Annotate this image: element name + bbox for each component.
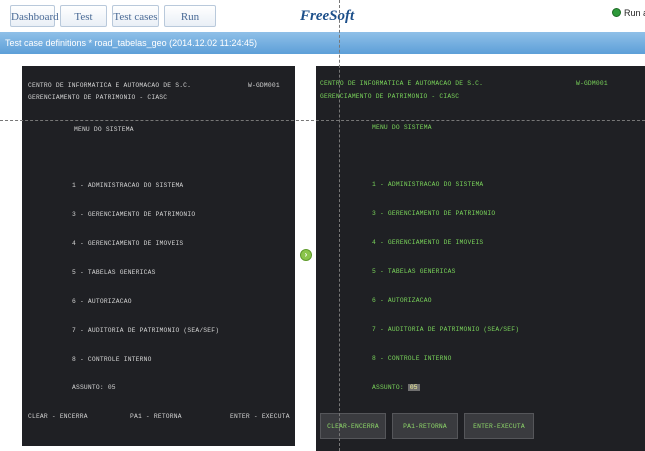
menu-option: 4 - GERENCIAMENTO DE IMOVEIS: [372, 239, 484, 246]
screen-header-line-1: CENTRO DE INFORMATICA E AUTOMACAO DE S.C…: [28, 82, 192, 89]
menu-option: 5 - TABELAS GENERICAS: [372, 268, 456, 275]
pa1-key-button[interactable]: PA1-RETORNA: [392, 413, 458, 439]
test-case-title: Test case definitions * road_tabelas_geo…: [5, 38, 258, 48]
vertical-guide-line: [339, 0, 340, 451]
top-nav: Dashboard Test suites Test cases Run sta…: [0, 0, 645, 45]
screen-header-line-1: CENTRO DE INFORMATICA E AUTOMACAO DE S.C…: [320, 80, 484, 87]
menu-option: 6 - AUTORIZACAO: [72, 298, 132, 305]
compare-icon[interactable]: ›: [300, 249, 312, 261]
fkey-pa1: PA1 - RETORNA: [130, 413, 182, 420]
menu-title: MENU DO SISTEMA: [74, 126, 134, 133]
menu-option: 5 - TABELAS GENERICAS: [72, 269, 156, 276]
tab-dashboard[interactable]: Dashboard: [10, 5, 59, 27]
horizontal-guide-line: [0, 120, 645, 121]
tab-test-suites[interactable]: Test suites: [60, 5, 107, 45]
run-all-label: Run all t: [624, 8, 645, 18]
prompt-label: ASSUNTO:: [372, 384, 404, 391]
prompt-input[interactable]: 05: [407, 384, 420, 391]
clear-key-button[interactable]: CLEAR-ENCERRA: [320, 413, 386, 439]
test-case-title-bar: Test case definitions * road_tabelas_geo…: [0, 32, 645, 54]
freesoft-logo: FreeSoft: [300, 8, 355, 24]
run-all-button[interactable]: Run all t: [612, 8, 645, 18]
screen-code: W-GDM001: [248, 82, 280, 89]
menu-option: 7 - AUDITORIA DE PATRIMONIO (SEA/SEF): [372, 326, 520, 333]
prompt-line: ASSUNTO: 05: [72, 384, 116, 391]
menu-option: 6 - AUTORIZACAO: [372, 297, 432, 304]
prompt-value: 05: [107, 384, 116, 391]
tab-run-statistics[interactable]: Run statistics: [164, 5, 216, 45]
enter-key-button[interactable]: ENTER-EXECUTA: [464, 413, 534, 439]
menu-option: 8 - CONTROLE INTERNO: [72, 356, 152, 363]
tab-test-cases[interactable]: Test cases: [112, 5, 159, 27]
expected-screen-panel: CENTRO DE INFORMATICA E AUTOMACAO DE S.C…: [22, 66, 295, 446]
menu-option: 4 - GERENCIAMENTO DE IMOVEIS: [72, 240, 184, 247]
menu-option: 7 - AUDITORIA DE PATRIMONIO (SEA/SEF): [72, 327, 220, 334]
menu-option: 1 - ADMINISTRACAO DO SISTEMA: [72, 182, 184, 189]
prompt-line: ASSUNTO: 05: [372, 384, 420, 391]
fkey-enter: ENTER - EXECUTA: [230, 413, 290, 420]
menu-option: 1 - ADMINISTRACAO DO SISTEMA: [372, 181, 484, 188]
menu-title: MENU DO SISTEMA: [372, 124, 432, 131]
menu-option: 3 - GERENCIAMENTO DE PATRIMONIO: [72, 211, 196, 218]
menu-option: 3 - GERENCIAMENTO DE PATRIMONIO: [372, 210, 496, 217]
screen-code: W-GDM001: [576, 80, 608, 87]
screen-header-line-2: GERENCIAMENTO DE PATRIMONIO - CIASC: [28, 94, 168, 101]
screen-header-line-2: GERENCIAMENTO DE PATRIMONIO - CIASC: [320, 93, 460, 100]
prompt-label: ASSUNTO:: [72, 384, 104, 391]
fkey-clear: CLEAR - ENCERRA: [28, 413, 88, 420]
actual-screen-panel: CENTRO DE INFORMATICA E AUTOMACAO DE S.C…: [316, 66, 645, 451]
menu-option: 8 - CONTROLE INTERNO: [372, 355, 452, 362]
play-icon: [612, 8, 621, 17]
